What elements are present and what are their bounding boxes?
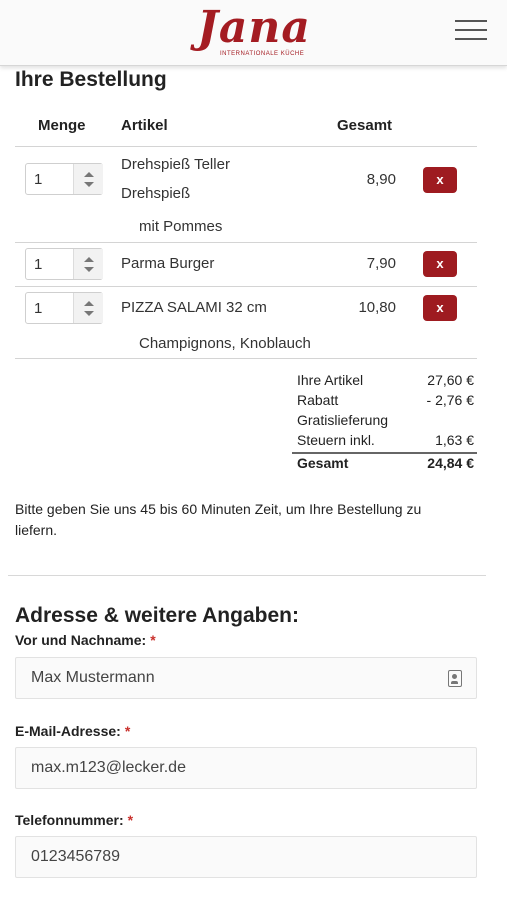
logo-wordmark: Jana xyxy=(197,2,311,53)
row-divider xyxy=(15,242,477,243)
item-price: 8,90 xyxy=(366,171,396,188)
remove-item-button[interactable]: x xyxy=(423,295,457,321)
row-divider xyxy=(15,286,477,287)
phone-value[interactable]: 0123456789 xyxy=(31,848,120,866)
address-title: Adresse & weitere Angaben: xyxy=(15,604,299,627)
summary-label-free-delivery: Gratislieferung xyxy=(297,412,389,428)
contact-card-icon[interactable] xyxy=(448,670,462,687)
summary-value-discount: - 2,76 € xyxy=(426,392,474,408)
phone-label: Telefonnummer: * xyxy=(15,812,134,828)
quantity-stepper[interactable]: 1 xyxy=(25,292,103,324)
quantity-value[interactable]: 1 xyxy=(34,171,42,188)
email-value[interactable]: max.m123@lecker.de xyxy=(31,759,186,777)
summary-value-tax: 1,63 € xyxy=(435,432,474,448)
brand-logo[interactable]: Jana INTERNATIONALE KÜCHE xyxy=(184,4,324,64)
phone-field[interactable]: 0123456789 xyxy=(15,836,477,878)
name-label: Vor und Nachname: * xyxy=(15,632,156,648)
summary-label-items: Ihre Artikel xyxy=(297,372,364,388)
email-label: E-Mail-Adresse: * xyxy=(15,723,131,739)
hamburger-menu-icon[interactable] xyxy=(455,20,487,44)
spinner-arrows-icon[interactable] xyxy=(73,293,103,323)
required-marker: * xyxy=(124,723,131,739)
name-value[interactable]: Max Mustermann xyxy=(31,669,155,687)
name-field[interactable]: Max Mustermann xyxy=(15,657,477,699)
quantity-value[interactable]: 1 xyxy=(34,256,42,273)
column-header-item: Artikel xyxy=(121,117,168,134)
row-divider xyxy=(15,358,477,359)
remove-item-button[interactable]: x xyxy=(423,167,457,193)
item-name: Parma Burger xyxy=(121,255,215,272)
item-extra: mit Pommes xyxy=(139,218,223,235)
item-name: PIZZA SALAMI 32 cm xyxy=(121,299,267,316)
summary-label-tax: Steuern inkl. xyxy=(297,432,375,448)
summary-label-discount: Rabatt xyxy=(297,392,339,408)
quantity-stepper[interactable]: 1 xyxy=(25,248,103,280)
item-option: Drehspieß xyxy=(121,185,191,202)
total-value: 24,84 € xyxy=(427,455,474,471)
required-marker: * xyxy=(150,632,156,648)
logo-tagline: INTERNATIONALE KÜCHE xyxy=(220,51,305,57)
column-header-total: Gesamt xyxy=(337,117,393,134)
email-field[interactable]: max.m123@lecker.de xyxy=(15,747,477,789)
item-name: Drehspieß Teller xyxy=(121,156,230,173)
column-header-qty: Menge xyxy=(38,117,86,134)
item-extra: Champignons, Knoblauch xyxy=(139,335,311,352)
spinner-arrows-icon[interactable] xyxy=(73,249,103,279)
remove-item-button[interactable]: x xyxy=(423,251,457,277)
section-divider xyxy=(8,575,486,576)
required-marker: * xyxy=(127,812,134,828)
top-bar: Jana INTERNATIONALE KÜCHE xyxy=(0,0,507,66)
table-divider xyxy=(15,146,477,147)
item-price: 7,90 xyxy=(366,255,396,272)
total-label: Gesamt xyxy=(297,455,349,471)
delivery-time-note: Bitte geben Sie uns 45 bis 60 Minuten Ze… xyxy=(15,501,422,538)
order-title: Ihre Bestellung xyxy=(15,68,167,91)
summary-divider xyxy=(292,452,477,454)
quantity-stepper[interactable]: 1 xyxy=(25,163,103,195)
quantity-value[interactable]: 1 xyxy=(34,300,42,317)
spinner-arrows-icon[interactable] xyxy=(73,164,103,194)
summary-value-items: 27,60 € xyxy=(427,372,474,388)
item-price: 10,80 xyxy=(358,299,396,316)
